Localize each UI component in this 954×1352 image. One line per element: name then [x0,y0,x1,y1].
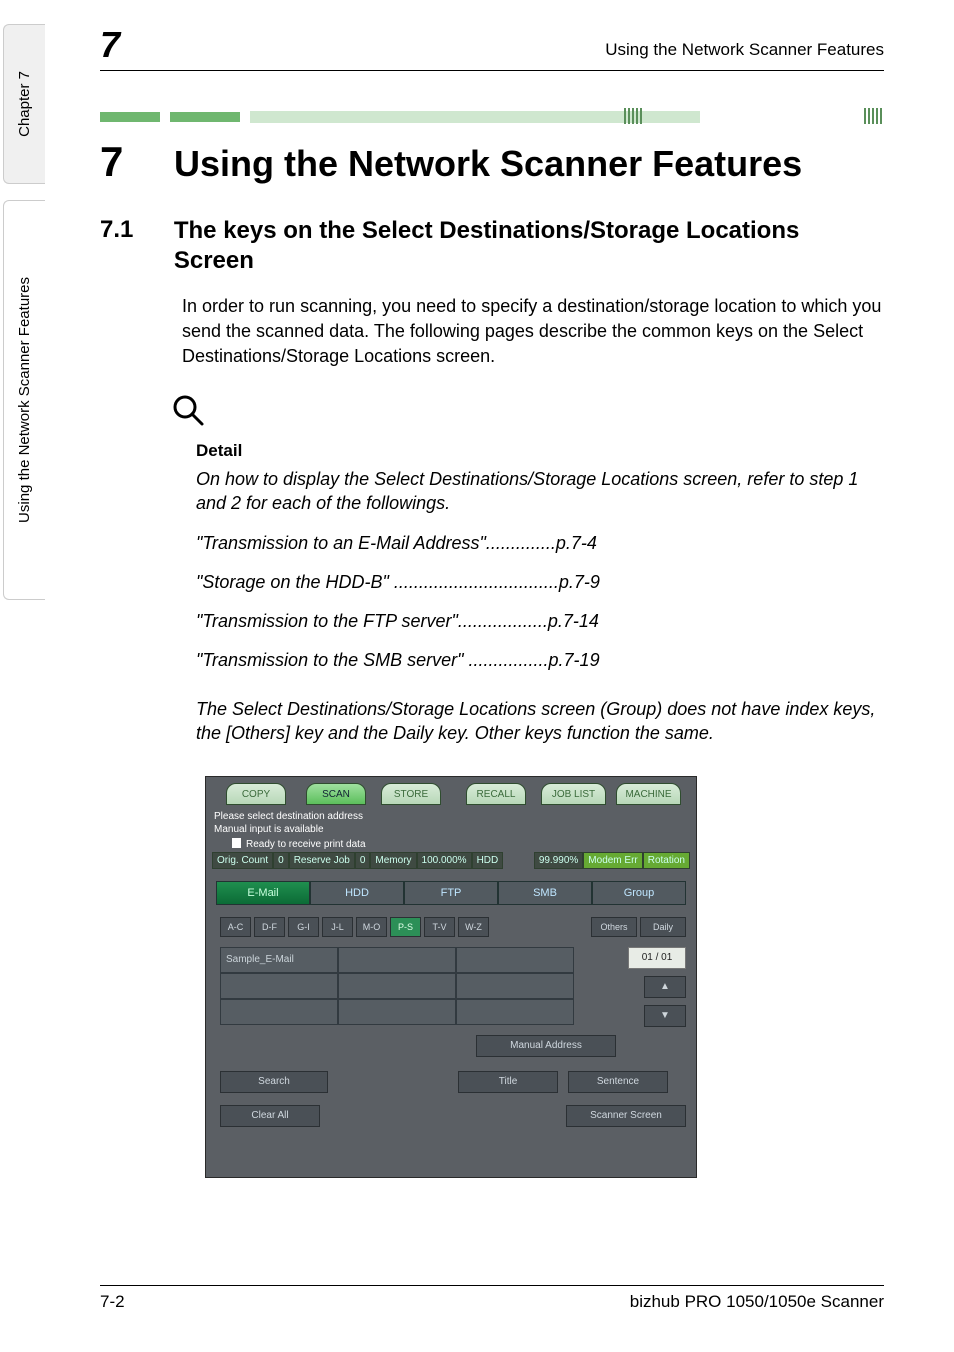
dest-empty-1a[interactable] [220,973,338,999]
page-indicator: 01 / 01 [628,947,686,969]
cat-ftp[interactable]: FTP [404,881,498,905]
ref-1: "Transmission to an E-Mail Address".....… [196,533,884,554]
cat-smb[interactable]: SMB [498,881,592,905]
idx-df[interactable]: D-F [254,917,285,937]
btn-daily[interactable]: Daily [640,917,686,937]
lock-icon [232,838,241,848]
panel-msg-2: Manual input is available [206,824,696,838]
title-button[interactable]: Title [458,1071,558,1093]
tab-copy[interactable]: COPY [226,783,286,805]
side-tab-section: Using the Network Scanner Features [3,200,45,600]
intro-paragraph: In order to run scanning, you need to sp… [182,294,884,370]
dest-empty-2b[interactable] [338,973,456,999]
tab-recall[interactable]: RECALL [466,783,526,805]
footer-page: 7-2 [100,1292,125,1312]
tab-joblist[interactable]: JOB LIST [541,783,606,805]
tab-machine[interactable]: MACHINE [616,783,681,805]
hdd-value: 99.990% [534,852,583,869]
orig-count-label: Orig. Count [212,852,273,869]
index-row: A-C D-F G-I J-L M-O P-S T-V W-Z Others D… [220,917,686,937]
h2-title: The keys on the Select Destinations/Stor… [174,216,884,276]
ref-3: "Transmission to the FTP server"........… [196,611,884,632]
idx-mo[interactable]: M-O [356,917,387,937]
dest-empty-2c[interactable] [338,999,456,1025]
panel-screenshot: COPY SCAN STORE RECALL JOB LIST MACHINE … [205,776,697,1178]
running-head-title: Using the Network Scanner Features [605,40,884,60]
page-footer: 7-2 bizhub PRO 1050/1050e Scanner [100,1285,884,1312]
sentence-button[interactable]: Sentence [568,1071,668,1093]
detail-note: The Select Destinations/Storage Location… [196,697,884,746]
panel-counter-bar: Orig. Count 0 Reserve Job 0 Memory 100.0… [206,852,696,869]
idx-tv[interactable]: T-V [424,917,455,937]
panel-ready-line: Ready to receive print data [206,838,696,852]
panel-msg-1: Please select destination address [206,807,696,824]
panel-top-tabbar: COPY SCAN STORE RECALL JOB LIST MACHINE [206,777,696,807]
idx-ac[interactable]: A-C [220,917,251,937]
dest-empty-2a[interactable] [338,947,456,973]
side-tab-chapter-label: Chapter 7 [16,71,33,137]
idx-wz[interactable]: W-Z [458,917,489,937]
memory-label: Memory [370,852,416,869]
panel-ready-text: Ready to receive print data [246,839,366,850]
tab-store[interactable]: STORE [381,783,441,805]
running-chapter-number: 7 [100,24,120,66]
dest-grid: Sample_E-Mail 01 / 01 ▲ ▼ [220,947,686,1027]
dest-empty-3a[interactable] [456,947,574,973]
page-up-button[interactable]: ▲ [644,976,686,998]
dest-1[interactable]: Sample_E-Mail [220,947,338,973]
dest-empty-1b[interactable] [220,999,338,1025]
dest-empty-3b[interactable] [456,973,574,999]
side-tab-chapter: Chapter 7 [3,24,45,184]
footer-model: bizhub PRO 1050/1050e Scanner [630,1292,884,1312]
rotation: Rotation [643,852,690,869]
memory-value: 100.000% [417,852,472,869]
idx-jl[interactable]: J-L [322,917,353,937]
magnifier-icon [170,392,884,433]
cat-email[interactable]: E-Mail [216,881,310,905]
h2-number: 7.1 [100,216,150,244]
page-down-button[interactable]: ▼ [644,1005,686,1027]
h1-number: 7 [100,138,150,186]
scanner-screen-button[interactable]: Scanner Screen [566,1105,686,1127]
ref-2: "Storage on the HDD-B" .................… [196,572,884,593]
detail-lead: On how to display the Select Destination… [196,467,884,516]
idx-ps[interactable]: P-S [390,917,421,937]
modem-err: Modem Err [583,852,642,869]
reserve-label: Reserve Job [289,852,355,869]
btn-others[interactable]: Others [591,917,637,937]
manual-address-button[interactable]: Manual Address [476,1035,616,1057]
side-tab-section-label: Using the Network Scanner Features [16,277,33,523]
search-button[interactable]: Search [220,1071,328,1093]
ref-4: "Transmission to the SMB server" .......… [196,650,884,671]
hdd-label: HDD [472,852,504,869]
reserve-value: 0 [355,852,371,869]
cat-group[interactable]: Group [592,881,686,905]
category-row: E-Mail HDD FTP SMB Group [216,881,686,905]
detail-heading: Detail [196,441,884,461]
h1-title: Using the Network Scanner Features [174,143,802,185]
tab-scan[interactable]: SCAN [306,783,366,805]
idx-gi[interactable]: G-I [288,917,319,937]
orig-count-value: 0 [273,852,289,869]
cat-hdd[interactable]: HDD [310,881,404,905]
clear-all-button[interactable]: Clear All [220,1105,320,1127]
header-rule [100,70,884,71]
decorative-ruler [100,108,884,126]
dest-empty-3c[interactable] [456,999,574,1025]
